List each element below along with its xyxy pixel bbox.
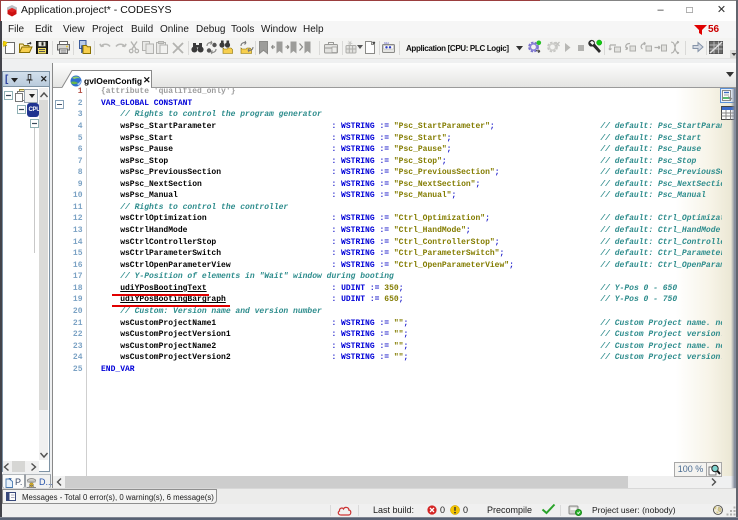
svg-text:btld: btld bbox=[384, 41, 389, 45]
